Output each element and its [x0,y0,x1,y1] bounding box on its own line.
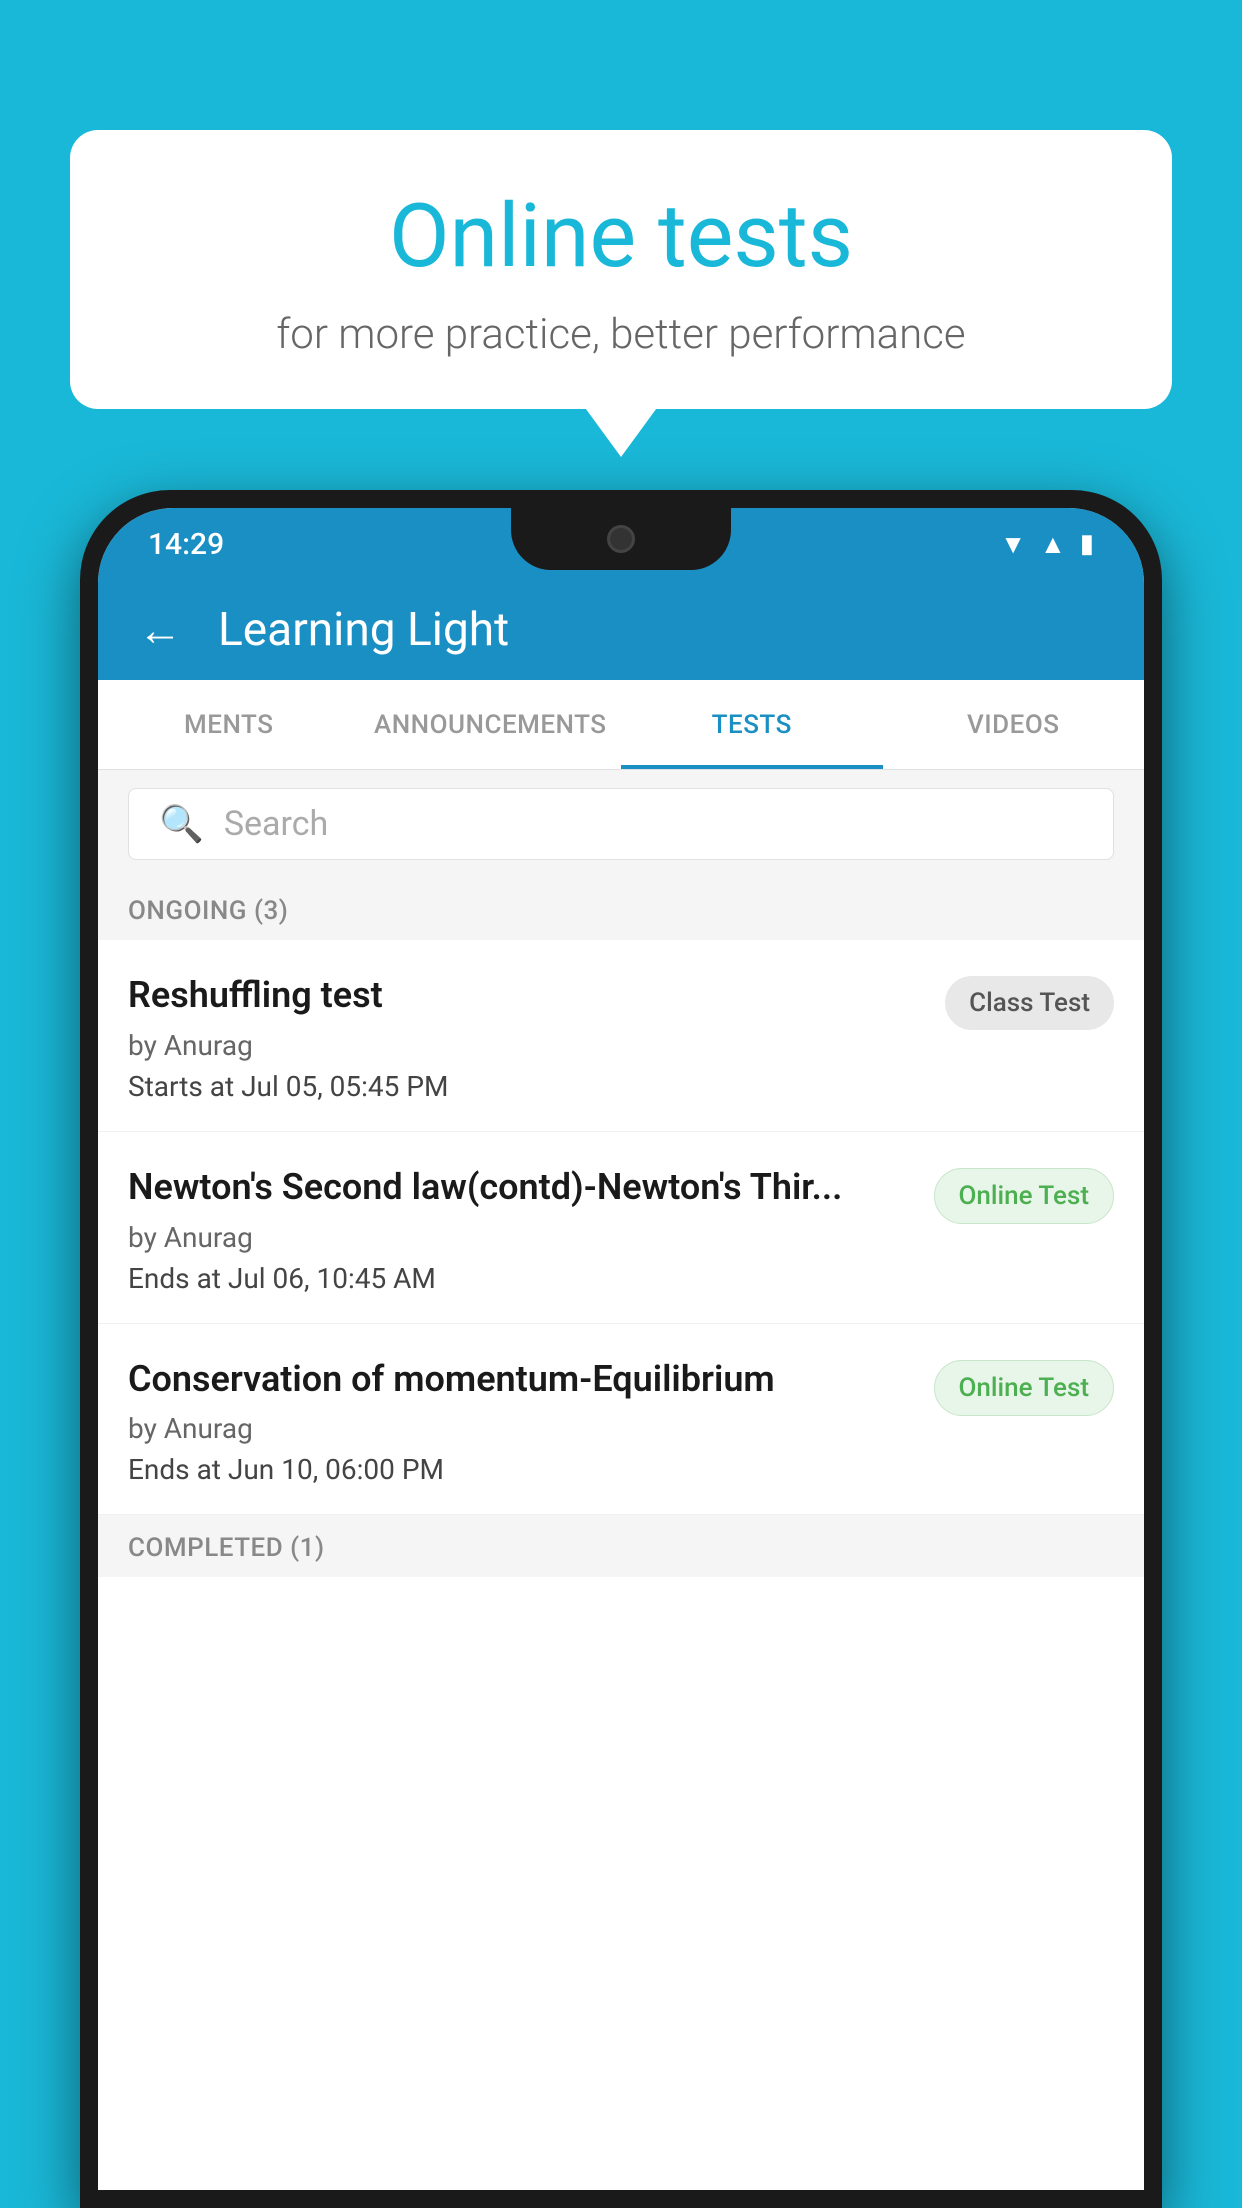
search-icon: 🔍 [159,803,204,845]
tab-tests[interactable]: TESTS [621,680,883,769]
back-button[interactable]: ← [138,604,182,656]
test-time: Starts at Jul 05, 05:45 PM [128,1070,925,1103]
promo-title: Online tests [130,185,1112,288]
signal-icon: ▲ [1040,529,1066,560]
test-content: Newton's Second law(contd)-Newton's Thir… [128,1164,914,1295]
tab-videos[interactable]: VIDEOS [883,680,1145,769]
test-badge: Online Test [934,1360,1115,1416]
test-author: by Anurag [128,1412,914,1445]
test-content: Conservation of momentum-Equilibrium by … [128,1356,914,1487]
test-item[interactable]: Conservation of momentum-Equilibrium by … [98,1324,1144,1516]
test-name: Conservation of momentum-Equilibrium [128,1356,914,1403]
ongoing-section-header: ONGOING (3) [98,878,1144,940]
test-badge: Online Test [934,1168,1115,1224]
tab-ments[interactable]: MENTS [98,680,360,769]
promo-card: Online tests for more practice, better p… [70,130,1172,409]
app-title: Learning Light [218,603,509,657]
test-item[interactable]: Newton's Second law(contd)-Newton's Thir… [98,1132,1144,1324]
promo-subtitle: for more practice, better performance [130,310,1112,359]
search-container: 🔍 Search [98,770,1144,878]
test-author: by Anurag [128,1029,925,1062]
app-header: ← Learning Light [98,580,1144,680]
completed-section-header: COMPLETED (1) [98,1515,1144,1577]
phone-frame: 14:29 ▼ ▲ ▮ ← Learning Light MENTS ANNOU… [80,490,1162,2208]
test-time: Ends at Jun 10, 06:00 PM [128,1453,914,1486]
status-time: 14:29 [148,527,224,562]
phone-screen: 14:29 ▼ ▲ ▮ ← Learning Light MENTS ANNOU… [98,508,1144,2190]
search-placeholder: Search [224,804,328,844]
battery-icon: ▮ [1080,529,1094,559]
test-list: Reshuffling test by Anurag Starts at Jul… [98,940,1144,2190]
tab-bar: MENTS ANNOUNCEMENTS TESTS VIDEOS [98,680,1144,770]
test-content: Reshuffling test by Anurag Starts at Jul… [128,972,925,1103]
status-icons: ▼ ▲ ▮ [1000,529,1094,560]
phone-camera [607,525,635,553]
phone-notch [511,508,731,570]
test-name: Reshuffling test [128,972,925,1019]
test-name: Newton's Second law(contd)-Newton's Thir… [128,1164,914,1211]
test-badge: Class Test [945,976,1114,1030]
test-author: by Anurag [128,1221,914,1254]
wifi-icon: ▼ [1000,529,1026,560]
test-time: Ends at Jul 06, 10:45 AM [128,1262,914,1295]
search-bar[interactable]: 🔍 Search [128,788,1114,860]
tab-announcements[interactable]: ANNOUNCEMENTS [360,680,622,769]
test-item[interactable]: Reshuffling test by Anurag Starts at Jul… [98,940,1144,1132]
